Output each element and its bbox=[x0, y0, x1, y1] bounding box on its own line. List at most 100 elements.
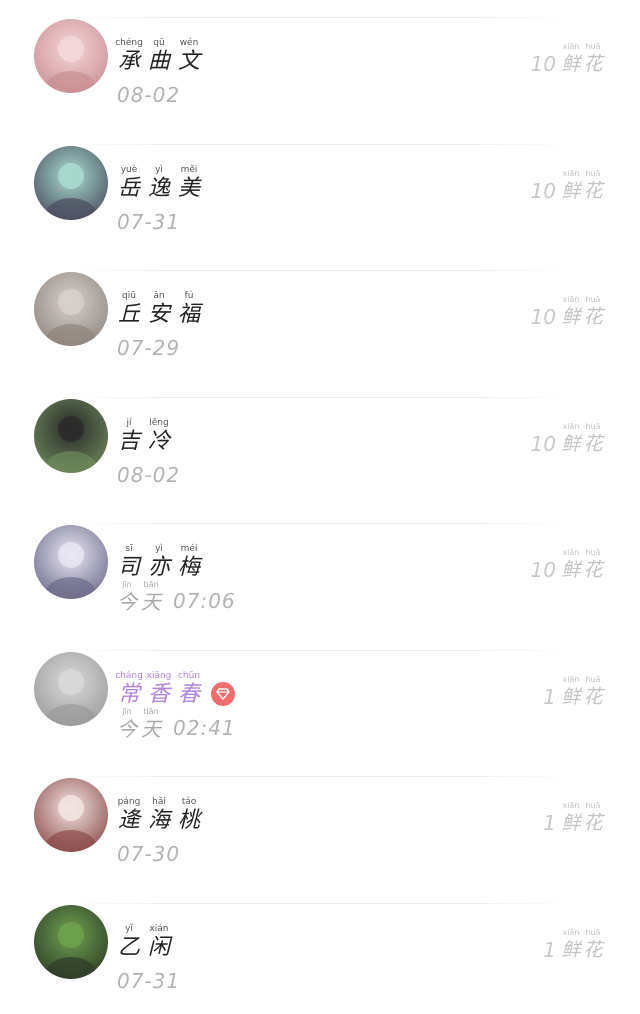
user-name[interactable]: sī 司 yì 亦 méi 梅 bbox=[117, 529, 201, 581]
list-item[interactable]: qiū 丘 ān 安 fú 福 07-29 10 xiān 鲜 huā 花 bbox=[0, 253, 640, 379]
user-name[interactable]: páng 逄 hǎi 海 táo 桃 bbox=[117, 782, 201, 834]
date-prefix-pinyin: jīn bbox=[122, 580, 132, 589]
list-item[interactable]: jí 吉 lěng 冷 08-02 10 xiān 鲜 huā 花 bbox=[0, 380, 640, 506]
date-prefix-char: tiān 天 bbox=[141, 707, 161, 741]
date-text: 07-31 bbox=[117, 968, 181, 993]
flower-count: 1 xiān 鲜 huā 花 bbox=[543, 801, 604, 835]
user-name[interactable]: yǐ 乙 xián 闲 bbox=[117, 909, 171, 961]
name-pinyin: sī bbox=[125, 544, 133, 554]
flower-label-char: xiān 鲜 bbox=[560, 42, 582, 76]
date-prefix-char: tiān 天 bbox=[141, 580, 161, 614]
name-char: jí 吉 bbox=[117, 417, 141, 455]
name-char: měi 美 bbox=[177, 164, 201, 202]
avatar[interactable] bbox=[34, 778, 108, 852]
flower-label-pinyin: huā bbox=[585, 295, 601, 304]
flower-label-char: xiān 鲜 bbox=[560, 295, 582, 329]
date-prefix-pinyin: jīn bbox=[122, 706, 132, 716]
name-char: méi 梅 bbox=[177, 543, 201, 581]
flower-label-char: huā 花 bbox=[582, 801, 604, 835]
list-item[interactable]: yuè 岳 yì 逸 měi 美 07-31 10 xiān 鲜 huā 花 bbox=[0, 127, 640, 253]
flower-label-pinyin: huā bbox=[585, 421, 601, 431]
flower-count: 10 xiān 鲜 huā 花 bbox=[531, 295, 604, 329]
flower-label-hanzi: 花 bbox=[583, 812, 603, 834]
name-char: qiū 丘 bbox=[117, 290, 141, 328]
user-name[interactable]: yuè 岳 yì 逸 měi 美 bbox=[117, 150, 201, 202]
date-prefix-hanzi: 天 bbox=[141, 716, 161, 741]
name-pinyin: cháng bbox=[115, 670, 143, 681]
flower-label-hanzi: 花 bbox=[583, 306, 603, 328]
name-pinyin: fú bbox=[184, 291, 194, 301]
list-item[interactable]: cháng 常 xiāng 香 chūn 春 jīn 今 tiān 天 02:41 1 xiān 鲜 huā… bbox=[0, 633, 640, 759]
name-pinyin: xiāng bbox=[146, 670, 172, 681]
date-text: 07-30 bbox=[117, 842, 181, 866]
name-char: yuè 岳 bbox=[117, 164, 141, 202]
flower-label-hanzi: 鲜 bbox=[561, 53, 581, 75]
flower-count: 10 xiān 鲜 huā 花 bbox=[531, 548, 604, 582]
name-hanzi: 闲 bbox=[147, 934, 170, 960]
name-hanzi: 岳 bbox=[117, 175, 140, 201]
flower-label-char: huā 花 bbox=[582, 295, 604, 329]
flower-count-number: 1 bbox=[543, 937, 556, 962]
avatar[interactable] bbox=[34, 145, 108, 220]
name-pinyin: páng bbox=[117, 797, 141, 807]
name-hanzi: 丘 bbox=[117, 302, 140, 327]
user-name[interactable]: jí 吉 lěng 冷 bbox=[117, 403, 171, 455]
name-pinyin: méi bbox=[180, 544, 198, 554]
flower-label-pinyin: xiān bbox=[562, 168, 580, 178]
list-item[interactable]: páng 逄 hǎi 海 táo 桃 07-30 1 xiān 鲜 huā 花 bbox=[0, 759, 640, 885]
list-item[interactable]: yǐ 乙 xián 闲 07-31 1 xiān 鲜 huā 花 bbox=[0, 886, 640, 1012]
name-char: cháng 常 bbox=[115, 670, 143, 708]
name-pinyin: hǎi bbox=[152, 797, 166, 807]
user-name[interactable]: qiū 丘 ān 安 fú 福 bbox=[117, 276, 201, 328]
name-pinyin: yuè bbox=[120, 164, 138, 175]
avatar[interactable] bbox=[34, 904, 108, 979]
name-char: yì 亦 bbox=[147, 543, 171, 581]
date-prefix-pinyin: tiān bbox=[143, 706, 159, 716]
name-pinyin: yǐ bbox=[125, 923, 133, 934]
timestamp: 08-02 bbox=[117, 78, 180, 108]
flower-label-char: huā 花 bbox=[582, 422, 604, 456]
avatar[interactable] bbox=[34, 525, 108, 599]
avatar[interactable] bbox=[34, 19, 108, 93]
user-name[interactable]: cháng 常 xiāng 香 chūn 春 bbox=[115, 656, 235, 708]
avatar[interactable] bbox=[34, 651, 108, 726]
flower-label-pinyin: huā bbox=[585, 168, 601, 178]
list-item[interactable]: sī 司 yì 亦 méi 梅 jīn 今 tiān 天 07:06 10 xiān 鲜 huā 花 bbox=[0, 506, 640, 632]
flower-count-number: 1 bbox=[543, 684, 556, 709]
flower-count-number: 10 bbox=[530, 431, 556, 456]
flower-label-hanzi: 花 bbox=[583, 53, 603, 75]
flower-label-pinyin: xiān bbox=[562, 674, 580, 684]
user-name[interactable]: chéng 承 qū 曲 wén 文 bbox=[115, 23, 201, 75]
flower-count-number: 10 bbox=[530, 52, 556, 76]
name-char: xián 闲 bbox=[147, 923, 171, 961]
list-item[interactable]: chéng 承 qū 曲 wén 文 08-02 10 xiān 鲜 huā 花 bbox=[0, 0, 640, 126]
name-hanzi: 海 bbox=[147, 808, 170, 833]
flower-label-pinyin: xiān bbox=[562, 548, 580, 557]
flower-count-number: 10 bbox=[530, 558, 556, 582]
flower-label-hanzi: 花 bbox=[583, 179, 603, 202]
row-divider bbox=[70, 776, 570, 777]
avatar[interactable] bbox=[34, 272, 108, 346]
name-hanzi: 梅 bbox=[177, 555, 200, 580]
name-char: chūn 春 bbox=[177, 670, 201, 708]
flower-label-char: huā 花 bbox=[582, 548, 604, 582]
flower-label-hanzi: 花 bbox=[583, 432, 603, 455]
avatar[interactable] bbox=[34, 398, 108, 473]
flower-label-char: huā 花 bbox=[582, 42, 604, 76]
timestamp: 07-30 bbox=[117, 837, 180, 867]
name-char: chéng 承 bbox=[115, 37, 143, 75]
flower-label-char: xiān 鲜 bbox=[560, 928, 582, 962]
name-hanzi: 文 bbox=[177, 49, 200, 74]
name-hanzi: 春 bbox=[177, 681, 200, 707]
flower-label-char: xiān 鲜 bbox=[560, 548, 582, 582]
name-char: yì 逸 bbox=[147, 164, 171, 202]
name-hanzi: 常 bbox=[117, 681, 140, 707]
name-hanzi: 曲 bbox=[147, 49, 170, 74]
flower-count-number: 10 bbox=[530, 178, 556, 203]
name-char: páng 逄 bbox=[117, 796, 141, 834]
name-pinyin: qū bbox=[153, 38, 165, 48]
flower-label-pinyin: xiān bbox=[562, 295, 580, 304]
name-char: sī 司 bbox=[117, 543, 141, 581]
date-prefix-hanzi: 今 bbox=[117, 590, 137, 614]
date-prefix-char: jīn 今 bbox=[117, 580, 137, 614]
